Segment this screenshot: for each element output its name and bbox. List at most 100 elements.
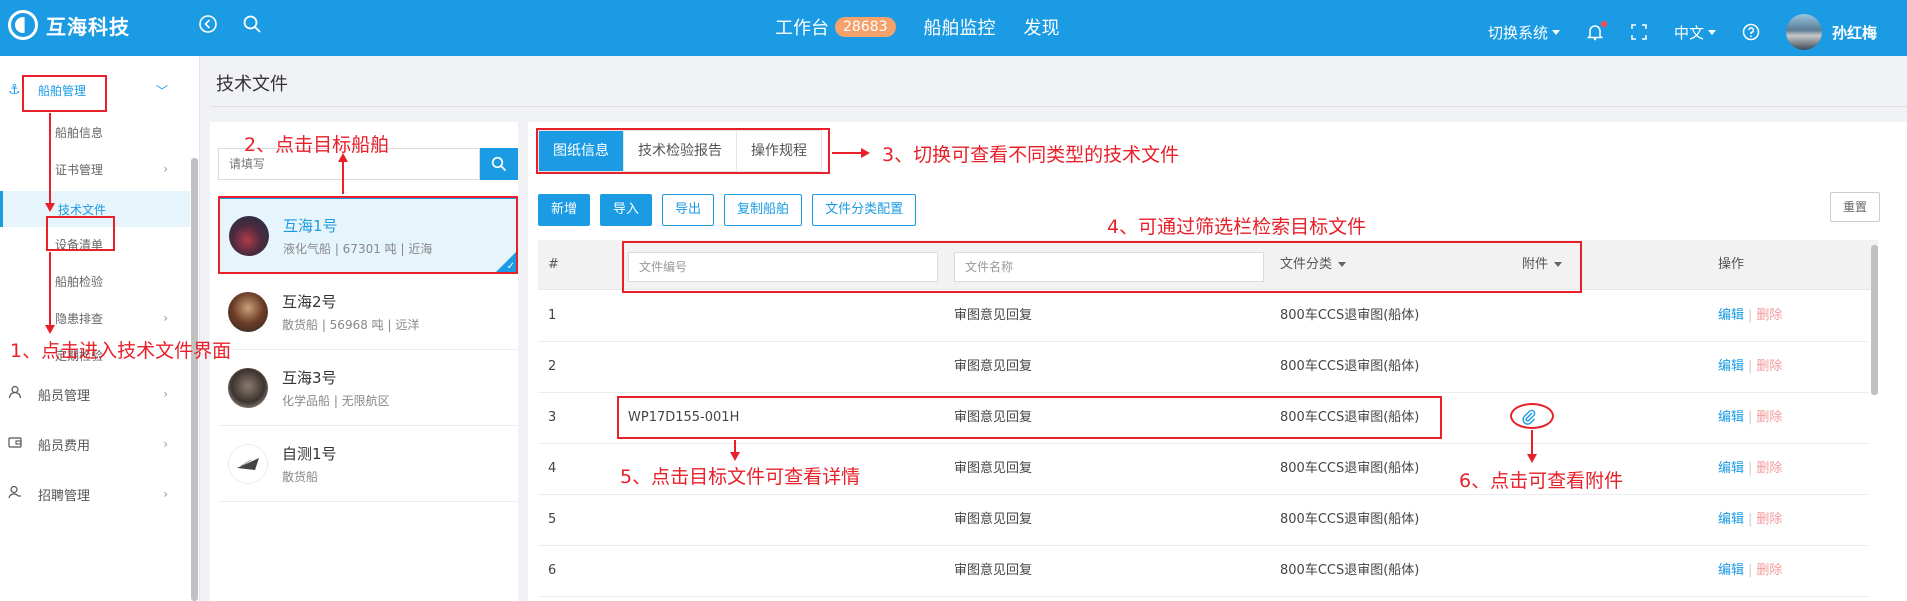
annotation-arrow-line	[1531, 430, 1533, 456]
annotation-box-tabs	[536, 128, 830, 174]
chevron-right-icon: ›	[163, 437, 168, 451]
sidebar-item-ship-info[interactable]: 船舶信息	[0, 117, 190, 147]
user-menu[interactable]: 孙红梅	[1785, 14, 1877, 50]
annotation-arrow-line	[49, 113, 51, 203]
ship-search-button[interactable]	[480, 148, 518, 180]
table-row[interactable]: 1 审图意见回复 800车CCS退审图(船体) 编辑 | 删除	[538, 291, 1868, 342]
import-button[interactable]: 导入	[600, 194, 653, 226]
sidebar-item-label: 隐患排查	[55, 311, 104, 326]
row-category: 800车CCS退审图(船体)	[1280, 359, 1420, 374]
ship-item[interactable]: 自测1号 散货船	[218, 426, 518, 502]
sidebar-group-label: 船员费用	[38, 438, 91, 454]
edit-link[interactable]: 编辑	[1718, 359, 1744, 374]
workbench-badge: 28683	[835, 17, 896, 37]
switch-system-dropdown[interactable]: 切换系统	[1488, 22, 1560, 43]
row-category: 800车CCS退审图(船体)	[1280, 308, 1420, 323]
annotation-box-ship	[218, 196, 518, 274]
help-icon[interactable]	[1742, 23, 1760, 41]
annotation-arrowhead	[730, 452, 740, 461]
row-category: 800车CCS退审图(船体)	[1280, 461, 1420, 476]
nav-workbench[interactable]: 工作台 28683	[775, 14, 896, 40]
separator: |	[1748, 512, 1753, 527]
bell-icon[interactable]	[1586, 21, 1607, 41]
sidebar-group-recruitment[interactable]: 招聘管理 ›	[0, 479, 190, 509]
edit-link[interactable]: 编辑	[1718, 512, 1744, 527]
row-name: 审图意见回复	[954, 563, 1033, 578]
annotation-arrowhead	[861, 148, 870, 158]
table-row[interactable]: 6 审图意见回复 800车CCS退审图(船体) 编辑 | 删除	[538, 546, 1868, 597]
row-category: 800车CCS退审图(船体)	[1280, 563, 1420, 578]
fullscreen-icon[interactable]	[1630, 23, 1648, 41]
top-nav: 工作台 28683 船舶监控 发现	[775, 14, 1088, 40]
reset-button[interactable]: 重置	[1829, 192, 1880, 222]
row-index: 2	[548, 359, 557, 374]
annotation-step-1: 1、点击进入技术文件界面	[10, 340, 232, 362]
delete-link[interactable]: 删除	[1756, 308, 1782, 323]
top-bar: 互海科技 工作台 28683 船舶监控 发现 切换系统 中文 孙红梅	[0, 0, 1907, 56]
delete-link[interactable]: 删除	[1756, 410, 1782, 425]
sidebar-item-label: 证书管理	[55, 162, 104, 177]
ship-item[interactable]: 互海2号 散货船 | 56968 吨 | 远洋	[218, 274, 518, 350]
sidebar-group-crew-cost[interactable]: 船员费用 ›	[0, 429, 190, 459]
search-icon	[491, 156, 507, 172]
search-icon[interactable]	[240, 14, 264, 38]
chevron-down-icon: ﹀	[155, 83, 168, 98]
annotation-step-3: 3、切换可查看不同类型的技术文件	[882, 144, 1180, 166]
ship-item[interactable]: 互海3号 化学品船 | 无限航区	[218, 350, 518, 426]
delete-link[interactable]: 删除	[1756, 461, 1782, 476]
row-name: 审图意见回复	[954, 512, 1033, 527]
edit-link[interactable]: 编辑	[1718, 410, 1744, 425]
annotation-step-2: 2、点击目标船舶	[244, 134, 390, 156]
annotation-arrowhead	[338, 153, 348, 162]
ship-desc: 散货船 | 56968 吨 | 远洋	[282, 317, 420, 332]
nav-workbench-label: 工作台	[775, 18, 829, 39]
back-circle-icon[interactable]	[196, 14, 220, 38]
sidebar-item-inspection[interactable]: 船舶检验	[0, 266, 190, 296]
sidebar-item-hazard[interactable]: 隐患排查 ›	[0, 303, 190, 333]
anchor-icon: ⚓	[8, 82, 21, 98]
export-button[interactable]: 导出	[662, 194, 715, 226]
row-index: 6	[548, 563, 557, 578]
language-dropdown[interactable]: 中文	[1674, 22, 1716, 43]
user-icon	[8, 385, 22, 403]
sidebar-item-certificates[interactable]: 证书管理 ›	[0, 154, 190, 184]
sidebar-group-crew[interactable]: 船员管理 ›	[0, 379, 190, 409]
table-row[interactable]: 2 审图意见回复 800车CCS退审图(船体) 编辑 | 删除	[538, 342, 1868, 393]
separator: |	[1748, 563, 1753, 578]
top-right-tools: 切换系统 中文 孙红梅	[1462, 14, 1877, 50]
ship-silhouette-icon	[237, 457, 259, 470]
add-button[interactable]: 新增	[538, 194, 591, 226]
wallet-icon	[8, 435, 22, 453]
row-name: 审图意见回复	[954, 308, 1033, 323]
delete-link[interactable]: 删除	[1756, 512, 1782, 527]
nav-discover[interactable]: 发现	[1024, 14, 1060, 40]
annotation-box-row	[617, 396, 1442, 439]
brand-name: 互海科技	[46, 14, 130, 39]
category-config-button[interactable]: 文件分类配置	[812, 194, 917, 226]
edit-link[interactable]: 编辑	[1718, 308, 1744, 323]
edit-link[interactable]: 编辑	[1718, 563, 1744, 578]
annotation-circle-attachment	[1510, 403, 1554, 429]
annotation-step-4: 4、可通过筛选栏检索目标文件	[1107, 216, 1367, 238]
delete-link[interactable]: 删除	[1756, 359, 1782, 374]
annotation-step-5: 5、点击目标文件可查看详情	[620, 466, 861, 488]
sidebar-scrollbar[interactable]	[191, 158, 198, 601]
recruit-user-icon	[8, 485, 22, 503]
row-name: 审图意见回复	[954, 359, 1033, 374]
table-scrollbar[interactable]	[1871, 245, 1878, 395]
brand-logo[interactable]: 互海科技	[8, 10, 130, 40]
row-index: 5	[548, 512, 557, 527]
annotation-box-tech-files	[46, 216, 115, 251]
table-row[interactable]: 5 审图意见回复 800车CCS退审图(船体) 编辑 | 删除	[538, 495, 1868, 546]
chevron-right-icon: ›	[163, 387, 168, 401]
nav-ship-monitor[interactable]: 船舶监控	[924, 14, 996, 40]
edit-link[interactable]: 编辑	[1718, 461, 1744, 476]
annotation-step-6: 6、点击可查看附件	[1459, 470, 1624, 492]
delete-link[interactable]: 删除	[1756, 563, 1782, 578]
ship-name: 互海2号	[282, 292, 337, 311]
copy-ship-button[interactable]: 复制船舶	[724, 194, 803, 226]
sidebar-group-label: 船员管理	[38, 388, 91, 404]
row-category: 800车CCS退审图(船体)	[1280, 512, 1420, 527]
chevron-down-icon	[1707, 29, 1716, 35]
ship-thumbnail	[228, 367, 268, 408]
